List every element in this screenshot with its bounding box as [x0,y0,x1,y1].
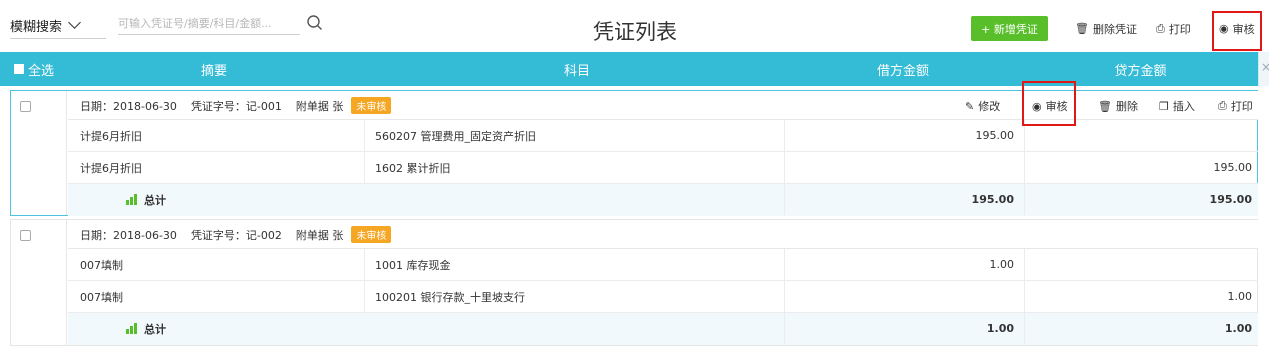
voucher-checkbox[interactable] [20,230,31,241]
checkbox-icon [14,64,24,74]
delete-voucher-label: 删除凭证 [1092,22,1137,36]
table-row[interactable]: 计提6月折旧 560207 管理费用_固定资产折旧 195.00 [68,120,1258,152]
new-voucher-button[interactable]: + 新增凭证 [971,16,1048,41]
status-badge: 未审核 [351,226,392,243]
entry-subject: 560207 管理费用_固定资产折旧 [364,120,784,151]
total-credit: 1.00 [1024,313,1258,344]
total-credit: 195.00 [1024,184,1258,215]
printer-icon: ⎙ [1156,21,1165,35]
total-label: 总计 [144,322,166,336]
entry-debit: 195.00 [784,120,1024,151]
voucher-select-column [11,220,67,345]
select-all-checkbox[interactable]: 全选 [14,52,74,86]
edit-button[interactable]: ✎ 修改 [965,98,1000,114]
entry-debit [784,152,1024,183]
printer-icon: ⎙ [1218,99,1227,112]
total-label: 总计 [144,193,166,207]
voucher-print-label: 打印 [1230,100,1253,113]
column-header-subject: 科目 [563,63,590,79]
column-header-debit: 借方金额 [876,63,929,79]
bar-chart-icon [126,323,138,334]
voucher-delete-button[interactable]: 🗑︎ 删除 [1098,98,1138,114]
voucher-attachments: 附单据 张 [295,228,344,242]
insert-label: 插入 [1172,100,1195,113]
trash-icon: 🗑︎ [1075,22,1089,35]
panel-edge-tab[interactable] [1258,52,1269,86]
entry-credit [1024,249,1258,280]
total-debit: 1.00 [784,313,1024,344]
table-row[interactable]: 计提6月折旧 1602 累计折旧 195.00 [68,152,1258,184]
entry-summary: 计提6月折旧 [80,161,142,175]
entry-credit: 195.00 [1024,152,1258,183]
insert-button[interactable]: ❐ 插入 [1159,98,1195,114]
insert-icon: ❐ [1159,99,1169,113]
bar-chart-icon [126,194,138,205]
edit-label: 修改 [978,100,1001,113]
entry-summary: 007填制 [80,258,123,272]
search-input[interactable] [118,13,300,35]
voucher-header: 日期：2018-06-30 凭证字号：记-001 附单据 张 未审核 ✎ 修改 … [68,91,1258,120]
search-mode-label: 模糊搜索 [10,19,63,35]
voucher-checkbox[interactable] [20,101,31,112]
print-button[interactable]: ⎙ 打印 [1156,16,1191,41]
total-debit: 195.00 [784,184,1024,215]
search-mode-select[interactable]: 模糊搜索 [10,12,81,38]
total-label-cell: 总计 [126,184,416,215]
total-row: 总计 195.00 195.00 [68,184,1258,216]
select-all-label: 全选 [28,63,55,79]
table-row[interactable]: 007填制 1001 库存现金 1.00 [68,249,1258,281]
entry-summary: 计提6月折旧 [80,129,142,143]
entry-credit: 1.00 [1024,281,1258,312]
voucher-date: 日期：2018-06-30 [80,228,177,242]
entry-debit: 1.00 [784,249,1024,280]
chevron-down-icon [68,16,81,29]
highlight-box-voucher-audit [1022,81,1076,126]
voucher-delete-label: 删除 [1115,100,1138,113]
voucher-number: 凭证字号：记-002 [190,228,282,242]
total-row: 总计 1.00 1.00 [68,313,1258,345]
entry-debit [784,281,1024,312]
toolbar: 模糊搜索 凭证列表 + 新增凭证 🗑︎ 删除凭证 ⎙ 打印 ◉ 审核 [0,0,1269,52]
entry-subject: 1001 库存现金 [364,249,784,280]
edit-icon: ✎ [965,99,975,113]
print-label: 打印 [1168,22,1191,36]
entry-subject: 100201 银行存款_十里坡支行 [364,281,784,312]
voucher-print-button[interactable]: ⎙ 打印 [1218,98,1253,114]
column-header-summary: 摘要 [200,63,227,79]
table-row[interactable]: 007填制 100201 银行存款_十里坡支行 1.00 [68,281,1258,313]
voucher-card: 日期：2018-06-30 凭证字号：记-002 附单据 张 未审核 007填制… [10,219,1258,346]
highlight-box-toolbar-audit [1212,11,1262,51]
delete-voucher-button[interactable]: 🗑︎ 删除凭证 [1075,16,1137,41]
entry-subject: 1602 累计折旧 [364,152,784,183]
page-title: 凭证列表 [593,20,677,44]
voucher-header: 日期：2018-06-30 凭证字号：记-002 附单据 张 未审核 [68,220,1258,249]
voucher-select-column [11,91,67,215]
trash-icon: 🗑︎ [1098,99,1112,113]
search-mode-underline [10,38,106,39]
total-label-cell: 总计 [126,313,416,344]
search-icon[interactable] [306,14,324,32]
entry-summary: 007填制 [80,290,123,304]
